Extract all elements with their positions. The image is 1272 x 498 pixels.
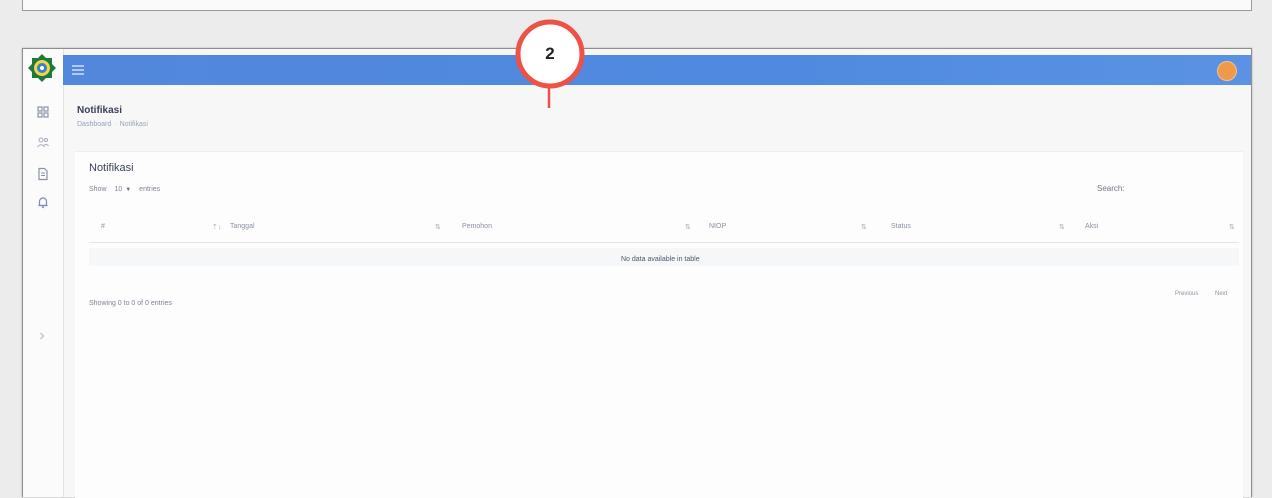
- chevron-right-icon[interactable]: [37, 331, 47, 341]
- sort-icon[interactable]: ⇅: [861, 223, 867, 231]
- bell-icon[interactable]: [36, 195, 50, 209]
- top-navbar: [63, 55, 1251, 85]
- breadcrumb-separator: ·: [114, 121, 117, 128]
- search-input[interactable]: [1135, 180, 1235, 196]
- users-icon[interactable]: [36, 135, 50, 149]
- sort-icon[interactable]: ⇅: [435, 223, 441, 231]
- previous-screenshot-frame: [22, 0, 1252, 11]
- chevron-down-icon: ▼: [125, 187, 132, 193]
- sort-icon[interactable]: ⇅: [685, 223, 691, 231]
- notification-card: Notifikasi Show 10 ▼ entries Search: # ⇡↓…: [75, 151, 1243, 498]
- column-header-status[interactable]: Status: [891, 223, 911, 235]
- hamburger-icon[interactable]: [71, 64, 85, 76]
- empty-table-message: No data available in table: [621, 256, 700, 263]
- pagination-previous-button[interactable]: Previous: [1175, 291, 1198, 297]
- document-icon[interactable]: [36, 167, 50, 181]
- card-title: Notifikasi: [89, 162, 134, 174]
- sort-icon[interactable]: ⇅: [1059, 223, 1065, 231]
- sidebar: [23, 49, 64, 497]
- entries-length-select[interactable]: 10 ▼: [112, 186, 133, 193]
- column-header-niop[interactable]: NIOP: [709, 223, 726, 235]
- column-header-pemohon[interactable]: Pemohon: [462, 223, 492, 235]
- table-info: Showing 0 to 0 of 0 entries: [89, 300, 172, 307]
- screenshot-frame: Notifikasi Dashboard · Notifikasi Notifika…: [22, 48, 1252, 498]
- page-title: Notifikasi: [77, 105, 123, 116]
- dashboard-grid-icon[interactable]: [36, 105, 50, 119]
- breadcrumb-item-current: Notifikasi: [119, 121, 148, 128]
- entries-length-value: 10: [114, 186, 123, 193]
- document-page: Notifikasi Dashboard · Notifikasi Notifika…: [0, 0, 1272, 498]
- user-avatar[interactable]: [1217, 61, 1237, 81]
- app-logo[interactable]: [27, 53, 57, 83]
- entries-label: entries: [139, 186, 161, 193]
- column-header-tanggal[interactable]: Tanggal: [230, 223, 255, 235]
- callout-annotation: [515, 19, 585, 108]
- search-label: Search:: [1097, 184, 1125, 193]
- table-header: # ⇡↓ Tanggal ⇅ Pemohon ⇅ NIOP ⇅ Status ⇅…: [89, 214, 1239, 243]
- pagination-next-button[interactable]: Next: [1215, 291, 1227, 297]
- breadcrumb: Dashboard · Notifikasi: [77, 121, 148, 128]
- breadcrumb-item-dashboard[interactable]: Dashboard: [77, 121, 111, 128]
- show-label: Show: [89, 186, 107, 193]
- sort-icon[interactable]: ⇅: [1229, 223, 1235, 231]
- column-header-aksi[interactable]: Aksi: [1085, 223, 1098, 235]
- column-header-number[interactable]: #: [101, 223, 105, 235]
- sort-ascending-icon[interactable]: ⇡↓: [212, 223, 221, 231]
- entries-length-control: Show 10 ▼ entries: [89, 186, 160, 193]
